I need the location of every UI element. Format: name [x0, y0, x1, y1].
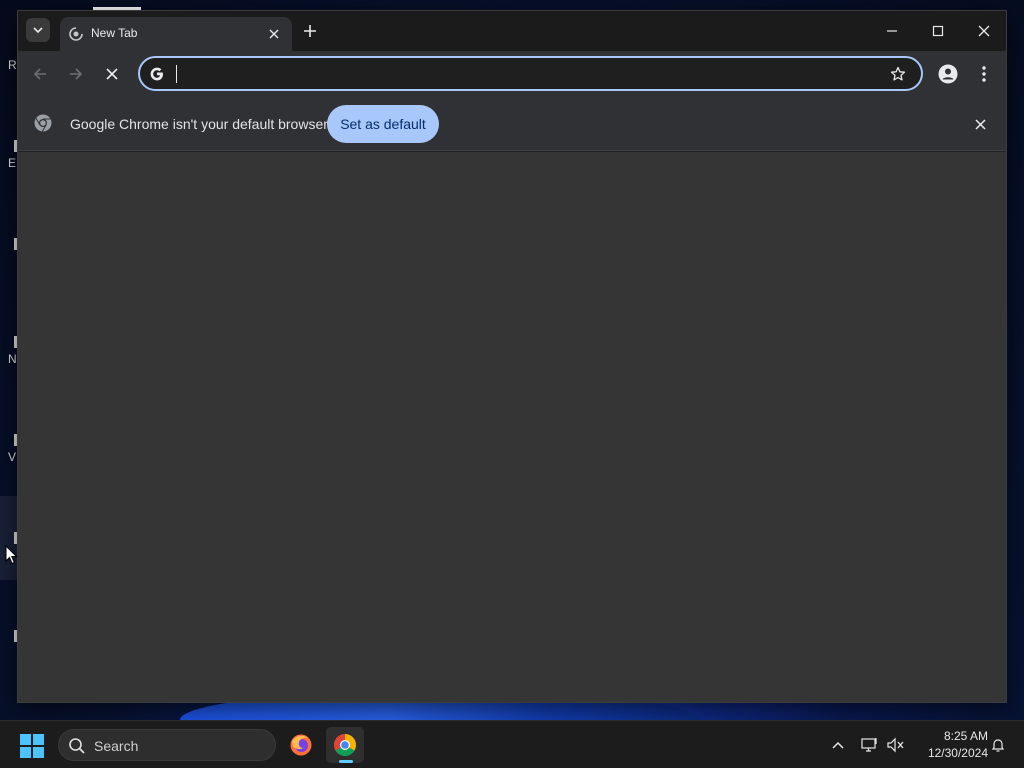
page-content[interactable]: [18, 152, 1006, 702]
infobar-message: Google Chrome isn't your default browser: [70, 116, 328, 132]
tab-search-button[interactable]: [26, 18, 50, 42]
google-g-icon: [150, 67, 163, 81]
taskbar-app-chrome[interactable]: [326, 727, 364, 763]
maximize-button[interactable]: [926, 19, 950, 43]
tab-strip: New Tab: [18, 11, 1006, 51]
notifications-button[interactable]: [988, 735, 1008, 755]
minimize-button[interactable]: [880, 19, 904, 43]
address-bar[interactable]: [138, 56, 923, 91]
default-browser-infobar: Google Chrome isn't your default browser…: [18, 95, 1006, 151]
close-icon: [978, 25, 990, 37]
maximize-icon: [932, 25, 944, 37]
browser-toolbar: [18, 51, 1006, 95]
back-button[interactable]: [28, 62, 52, 86]
forward-button[interactable]: [64, 62, 88, 86]
more-vertical-icon: [982, 66, 986, 82]
taskbar: Search 8:25 AM 12/30/2024: [0, 720, 1024, 768]
taskbar-clock[interactable]: 8:25 AM 12/30/2024: [912, 728, 988, 762]
minimize-icon: [887, 30, 897, 32]
volume-tray-button[interactable]: [886, 735, 906, 755]
bookmark-star-button[interactable]: [888, 64, 908, 84]
loading-spinner-icon: [69, 27, 83, 41]
star-icon: [890, 66, 906, 81]
profile-button[interactable]: [936, 62, 960, 86]
mouse-cursor-icon: [5, 545, 18, 565]
menu-button[interactable]: [972, 62, 996, 86]
close-window-button[interactable]: [972, 19, 996, 43]
profile-icon: [938, 64, 958, 84]
new-tab-button[interactable]: [300, 21, 320, 41]
close-icon: [974, 118, 986, 130]
chrome-window: New Tab Google Chrome isn't your default…: [17, 10, 1007, 703]
infobar-close-button[interactable]: [970, 114, 990, 134]
active-app-indicator: [339, 760, 353, 763]
text-caret: [176, 65, 177, 83]
taskbar-search-label: Search: [94, 738, 139, 754]
chrome-logo-icon: [34, 114, 52, 132]
network-icon: [861, 738, 877, 752]
chevron-up-icon: [832, 741, 844, 749]
volume-muted-icon: [887, 737, 904, 753]
clock-date: 12/30/2024: [927, 746, 988, 760]
bell-icon: [991, 739, 1005, 752]
arrow-left-icon: [33, 68, 46, 80]
firefox-icon: [290, 734, 312, 756]
tab-new-tab[interactable]: New Tab: [60, 17, 292, 51]
plus-icon: [304, 25, 316, 37]
taskbar-search-box[interactable]: Search: [58, 729, 276, 761]
chrome-icon: [334, 734, 356, 756]
windows-logo-icon: [20, 734, 44, 758]
close-icon: [106, 68, 118, 80]
close-icon: [269, 29, 279, 39]
arrow-right-icon: [70, 68, 83, 80]
network-tray-button[interactable]: [860, 735, 880, 755]
chevron-down-icon: [33, 27, 43, 34]
search-icon: [69, 738, 85, 754]
stop-loading-button[interactable]: [100, 62, 124, 86]
address-input[interactable]: [174, 63, 874, 85]
tab-title: New Tab: [91, 26, 138, 40]
clock-time: 8:25 AM: [943, 729, 988, 743]
taskbar-app-firefox[interactable]: [282, 727, 320, 763]
start-button[interactable]: [19, 733, 45, 759]
tab-close-button[interactable]: [266, 26, 282, 42]
show-hidden-icons-button[interactable]: [828, 735, 848, 755]
set-as-default-button[interactable]: Set as default: [327, 105, 439, 143]
